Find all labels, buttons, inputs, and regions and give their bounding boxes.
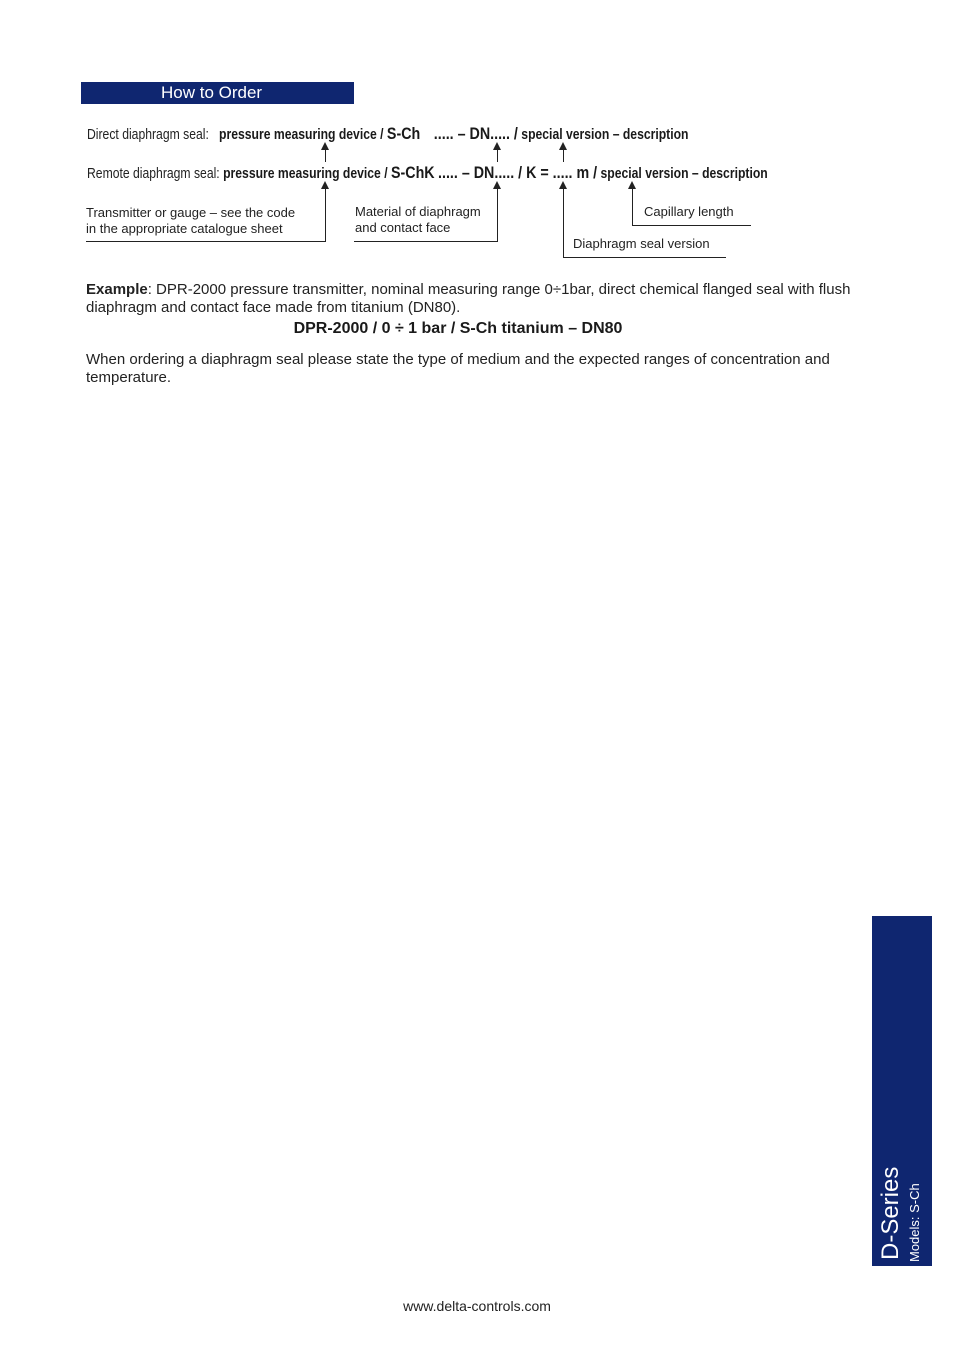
callout-underline xyxy=(354,241,498,242)
series-title: D-Series xyxy=(877,1166,904,1260)
remote-seal-order-code: Remote diaphragm seal: pressure measurin… xyxy=(87,163,768,183)
example-text: : DPR-2000 pressure transmitter, nominal… xyxy=(86,281,851,316)
how-to-order-title: How to Order xyxy=(161,83,263,102)
remote-code: ..... – DN..... / K = ..... m / xyxy=(438,163,598,182)
arrow-line xyxy=(325,148,326,162)
callout-leader xyxy=(563,187,564,257)
series-models: Models: S-Ch xyxy=(907,1183,922,1262)
callout-transmitter: Transmitter or gauge – see the code in t… xyxy=(86,205,295,237)
callout-capillary: Capillary length xyxy=(644,204,734,219)
callout-underline xyxy=(563,257,726,258)
arrow-line xyxy=(563,148,564,162)
footer-url[interactable]: www.delta-controls.com xyxy=(0,1298,954,1314)
how-to-order-header: How to Order xyxy=(81,82,354,104)
arrow-line xyxy=(497,148,498,162)
remote-suffix: special version – description xyxy=(600,166,768,182)
callout-seal-version: Diaphragm seal version xyxy=(573,236,710,251)
callout-material-line1: Material of diaphragm xyxy=(355,204,481,219)
callout-underline xyxy=(632,225,751,226)
callout-transmitter-line2: in the appropriate catalogue sheet xyxy=(86,221,283,236)
direct-seal-label: Direct diaphragm seal: xyxy=(87,127,209,143)
callout-leader xyxy=(325,187,326,241)
direct-code: ..... – DN..... / xyxy=(433,124,518,143)
direct-device: pressure measuring device / xyxy=(219,127,384,143)
callout-leader xyxy=(497,187,498,241)
ordering-note: When ordering a diaphragm seal please st… xyxy=(86,351,830,386)
example-paragraph: Example: DPR-2000 pressure transmitter, … xyxy=(86,281,866,317)
series-side-tab: D-Series Models: S-Ch xyxy=(872,916,932,1266)
callout-material: Material of diaphragm and contact face xyxy=(355,204,481,236)
remote-seal-label: Remote diaphragm seal: xyxy=(87,166,220,182)
remote-device: pressure measuring device / xyxy=(223,166,388,182)
remote-model: S-ChK xyxy=(390,163,435,182)
direct-suffix: special version – description xyxy=(521,127,689,143)
direct-seal-order-code: Direct diaphragm seal: pressure measurin… xyxy=(87,124,689,144)
callout-transmitter-line1: Transmitter or gauge – see the code xyxy=(86,205,296,220)
callout-leader xyxy=(632,187,633,225)
direct-model: S-Ch xyxy=(386,124,421,143)
example-order-code: DPR-2000 / 0 ÷ 1 bar / S-Ch titanium – D… xyxy=(293,320,623,337)
callout-material-line2: and contact face xyxy=(355,220,451,235)
callout-underline xyxy=(86,241,326,242)
example-label: Example xyxy=(86,281,148,298)
